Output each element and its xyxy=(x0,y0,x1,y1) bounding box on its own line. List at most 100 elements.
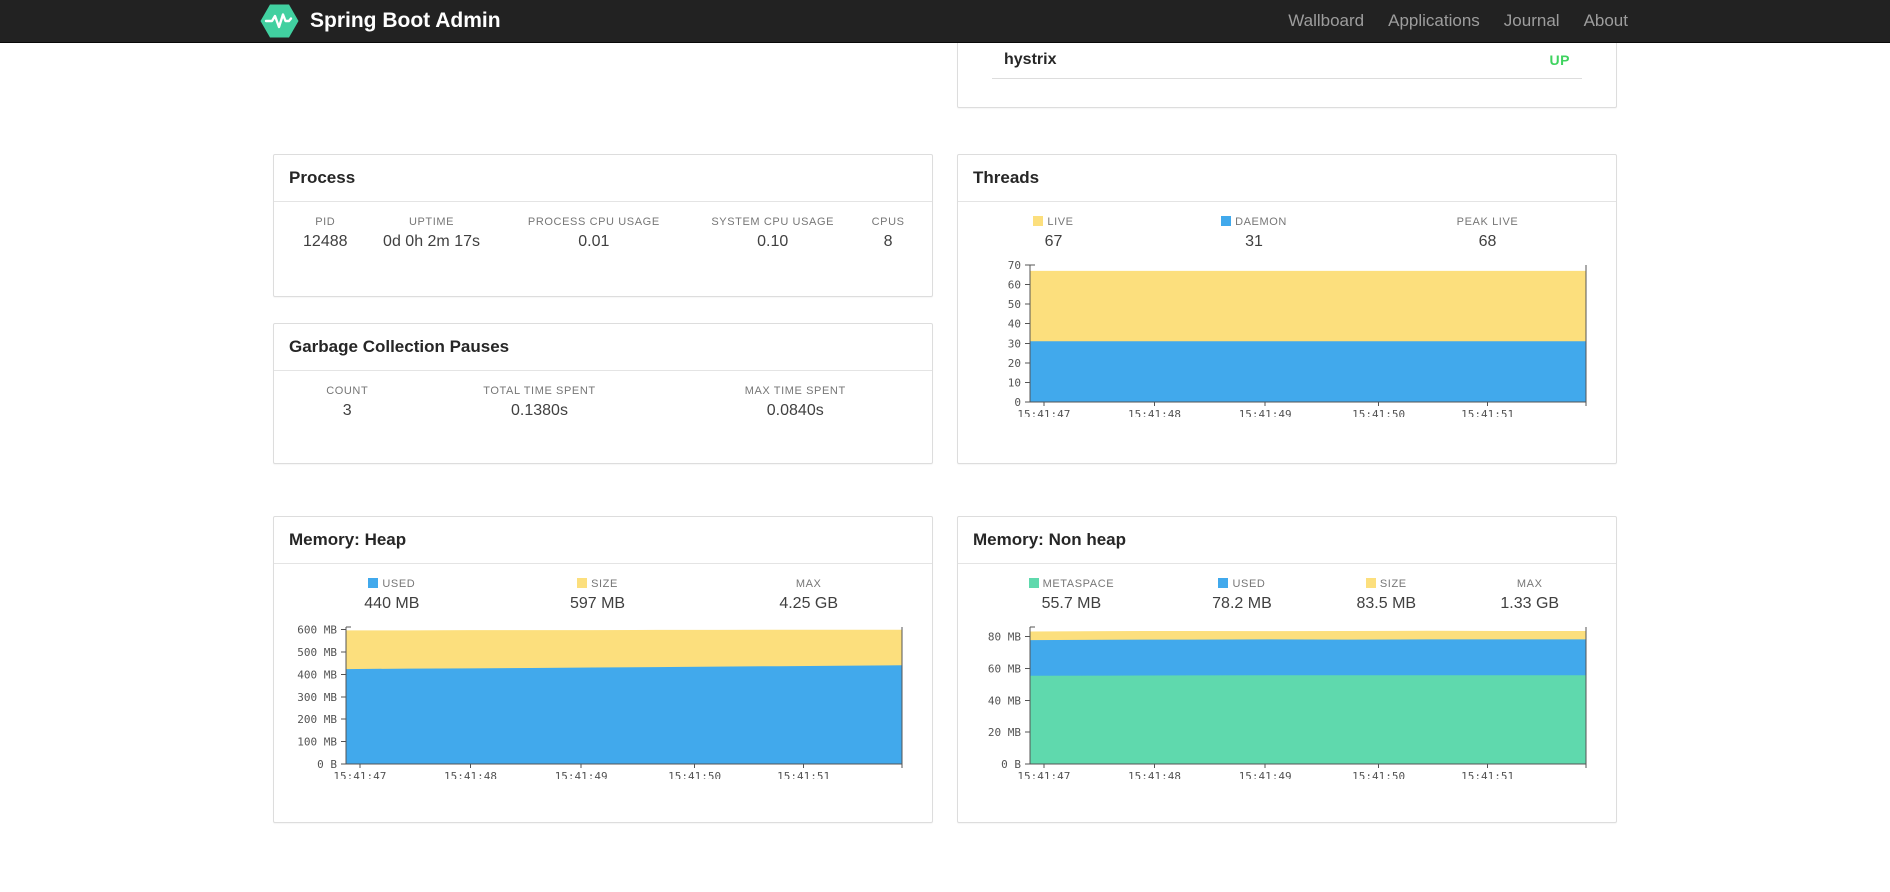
metric-value: 597 MB xyxy=(569,595,626,612)
metric-value: 83.5 MB xyxy=(1356,595,1417,612)
metric-value: 78.2 MB xyxy=(1212,595,1272,612)
metric-value: 55.7 MB xyxy=(1041,595,1102,612)
nav-item-about[interactable]: About xyxy=(1572,11,1630,31)
threads-panel-title: Threads xyxy=(958,155,1616,202)
svg-text:15:41:50: 15:41:50 xyxy=(1352,408,1405,417)
svg-text:15:41:49: 15:41:49 xyxy=(1239,408,1292,417)
legend-swatch xyxy=(1365,578,1376,588)
memory-heap-panel-title: Memory: Heap xyxy=(274,517,932,564)
navbar: Spring Boot Admin Wallboard Applications… xyxy=(0,0,1890,43)
process-panel-title: Process xyxy=(274,155,932,202)
svg-text:20: 20 xyxy=(1008,357,1021,370)
svg-text:15:41:48: 15:41:48 xyxy=(1128,770,1181,779)
memory-heap-panel: Memory: Heap USED SIZE MAX 440 MB 597 MB… xyxy=(273,516,933,823)
metric-value: 68 xyxy=(1478,233,1497,250)
nav-item-applications[interactable]: Applications xyxy=(1376,11,1492,31)
gc-panel-body: COUNT TOTAL TIME SPENT MAX TIME SPENT 3 … xyxy=(274,371,932,436)
metric-label: MAX xyxy=(1516,578,1543,590)
metric-label: COUNT xyxy=(326,385,369,397)
application-status-badge: UP xyxy=(1549,52,1570,68)
metric-label: SIZE xyxy=(1314,564,1458,593)
metric-label: MAX xyxy=(795,578,822,590)
svg-text:60 MB: 60 MB xyxy=(988,662,1021,675)
metric-value: 67 xyxy=(1044,233,1063,250)
gc-panel-title: Garbage Collection Pauses xyxy=(274,324,932,371)
application-name[interactable]: hystrix xyxy=(1004,51,1056,69)
svg-text:15:41:49: 15:41:49 xyxy=(1239,770,1292,779)
nav-item-journal[interactable]: Journal xyxy=(1492,11,1572,31)
svg-text:300 MB: 300 MB xyxy=(297,691,337,704)
application-row: hystrix UP xyxy=(992,43,1582,79)
gc-metrics-table: COUNT TOTAL TIME SPENT MAX TIME SPENT 3 … xyxy=(289,371,917,426)
svg-text:10: 10 xyxy=(1008,376,1021,389)
metric-value: 0.01 xyxy=(578,233,610,250)
svg-text:70: 70 xyxy=(1008,259,1021,272)
metric-value: 12488 xyxy=(303,233,348,250)
metric-value: 3 xyxy=(342,402,352,419)
svg-text:15:41:48: 15:41:48 xyxy=(444,770,497,779)
legend-swatch xyxy=(1221,216,1232,226)
metric-label: UPTIME xyxy=(408,216,455,228)
metric-label: PID xyxy=(315,216,336,228)
brand[interactable]: Spring Boot Admin xyxy=(260,4,501,38)
nav-links: Wallboard Applications Journal About xyxy=(1276,11,1630,31)
metric-value: 0.10 xyxy=(757,233,789,250)
svg-text:15:41:51: 15:41:51 xyxy=(777,770,830,779)
memory-nonheap-panel-body: METASPACE USED SIZE MAX 55.7 MB 78.2 MB … xyxy=(958,564,1616,789)
svg-text:100 MB: 100 MB xyxy=(297,736,337,749)
application-list-panel: hystrix UP xyxy=(957,43,1617,108)
metric-label: DAEMON xyxy=(1134,202,1374,231)
metric-value: 31 xyxy=(1245,233,1263,250)
metric-label: TOTAL TIME SPENT xyxy=(483,385,596,397)
threads-panel-body: LIVE DAEMON PEAK LIVE 67 31 68 0 10 20 30 40… xyxy=(958,202,1616,427)
svg-text:15:41:49: 15:41:49 xyxy=(555,770,608,779)
svg-text:15:41:47: 15:41:47 xyxy=(333,770,386,779)
svg-text:20 MB: 20 MB xyxy=(988,726,1021,739)
metric-label: LIVE xyxy=(973,202,1134,231)
metric-label: PROCESS CPU USAGE xyxy=(527,216,660,228)
svg-text:40: 40 xyxy=(1008,318,1021,331)
nav-item-wallboard[interactable]: Wallboard xyxy=(1276,11,1376,31)
svg-text:30: 30 xyxy=(1008,337,1021,350)
legend-swatch xyxy=(577,578,588,588)
memory-heap-chart: 0 B 100 MB 200 MB 300 MB 400 MB 500 MB 600 MB 1… xyxy=(289,621,917,783)
svg-text:400 MB: 400 MB xyxy=(297,668,337,681)
legend-swatch xyxy=(1218,578,1229,588)
svg-text:15:41:51: 15:41:51 xyxy=(1461,408,1514,417)
legend-swatch xyxy=(1033,216,1044,226)
metric-value: 0.1380s xyxy=(511,402,568,419)
metric-value: 440 MB xyxy=(364,595,420,612)
legend-swatch xyxy=(368,578,379,588)
metric-value: 0d 0h 2m 17s xyxy=(383,233,480,250)
threads-panel: Threads LIVE DAEMON PEAK LIVE 67 31 68 0… xyxy=(957,154,1617,464)
metric-value: 4.25 GB xyxy=(779,595,839,612)
svg-text:15:41:47: 15:41:47 xyxy=(1017,408,1070,417)
page: Spring Boot Admin Wallboard Applications… xyxy=(0,0,1890,892)
heap-legend-table: USED SIZE MAX 440 MB 597 MB 4.25 GB xyxy=(289,564,917,619)
svg-text:50: 50 xyxy=(1008,298,1021,311)
process-panel: Process PID UPTIME PROCESS CPU USAGE SYS… xyxy=(273,154,933,297)
content: hystrix UP Process PID UPTIME PROCESS CP… xyxy=(273,43,1617,892)
memory-nonheap-chart: 0 B 20 MB 40 MB 60 MB 80 MB 15:41:47 15:41:48 1… xyxy=(973,621,1601,783)
memory-nonheap-panel-title: Memory: Non heap xyxy=(958,517,1616,564)
nonheap-legend-table: METASPACE USED SIZE MAX 55.7 MB 78.2 MB … xyxy=(973,564,1601,619)
threads-chart: 0 10 20 30 40 50 60 70 15:41:47 15:41:48 15:41:49 1… xyxy=(973,259,1601,421)
svg-text:40 MB: 40 MB xyxy=(988,694,1021,707)
svg-text:15:41:50: 15:41:50 xyxy=(668,770,721,779)
svg-text:80 MB: 80 MB xyxy=(988,631,1021,644)
metric-value: 8 xyxy=(883,233,893,250)
metric-label: USED xyxy=(1170,564,1314,593)
metric-label: CPUS xyxy=(871,216,905,228)
svg-text:15:41:47: 15:41:47 xyxy=(1017,770,1070,779)
gc-panel: Garbage Collection Pauses COUNT TOTAL TI… xyxy=(273,323,933,464)
memory-heap-panel-body: USED SIZE MAX 440 MB 597 MB 4.25 GB 0 B1… xyxy=(274,564,932,789)
threads-legend-table: LIVE DAEMON PEAK LIVE 67 31 68 xyxy=(973,202,1601,257)
svg-text:200 MB: 200 MB xyxy=(297,713,337,726)
navbar-inner: Spring Boot Admin Wallboard Applications… xyxy=(260,0,1630,42)
legend-swatch xyxy=(1028,578,1039,588)
brand-title: Spring Boot Admin xyxy=(310,9,501,32)
svg-text:60: 60 xyxy=(1008,279,1021,292)
metric-label: SIZE xyxy=(495,564,701,593)
svg-text:15:41:51: 15:41:51 xyxy=(1461,770,1514,779)
metric-label: METASPACE xyxy=(973,564,1170,593)
